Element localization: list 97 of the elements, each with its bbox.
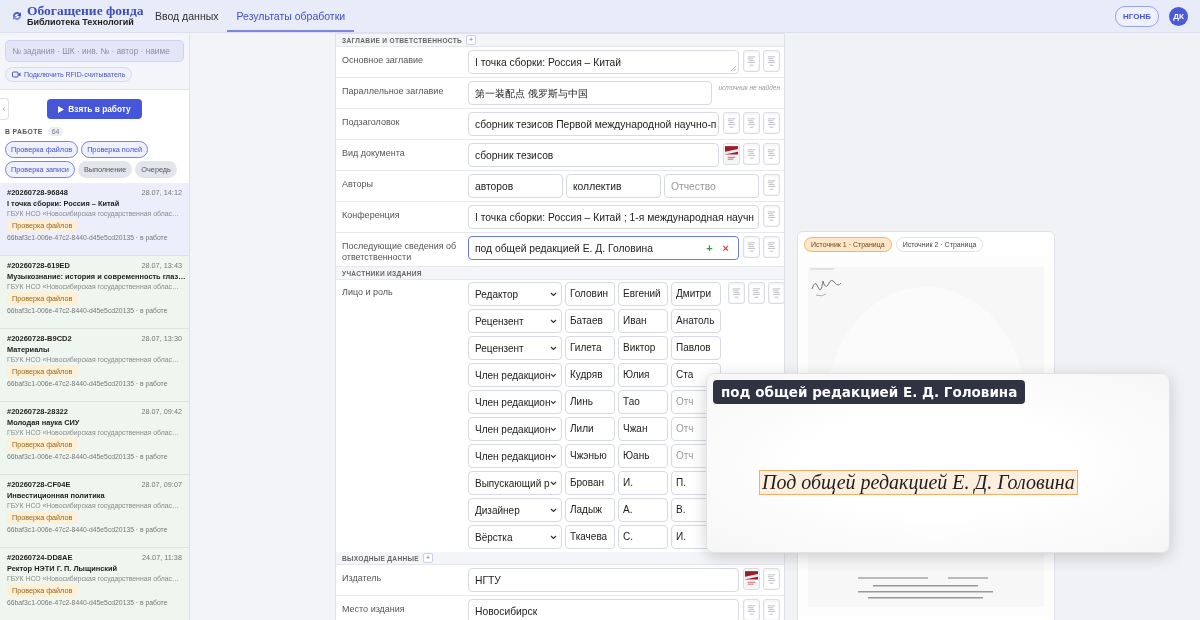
text-field[interactable]: Юлия — [618, 363, 668, 387]
text-field[interactable]: Ткачева — [565, 525, 615, 549]
text-field[interactable]: сборник тезисов Первой международной научно-п — [468, 112, 719, 136]
role-select[interactable]: Выпускающий р — [468, 471, 562, 495]
text-field[interactable]: I точка сборки: Россия – Китай — [468, 50, 739, 74]
text-field[interactable]: Тао — [618, 390, 668, 414]
page-thumbnail[interactable] — [763, 599, 780, 620]
camera-icon — [12, 71, 21, 78]
text-field[interactable]: С. — [618, 525, 668, 549]
field-label: Подзаголовок — [341, 116, 401, 129]
page-thumbnail[interactable] — [763, 568, 780, 590]
text-field[interactable]: Новосибирск — [468, 599, 739, 620]
chevron-down-icon — [550, 291, 557, 297]
text-field[interactable]: Евгений — [618, 282, 668, 306]
text-field[interactable]: Батаев — [565, 309, 615, 333]
field-label: Вид документа — [341, 147, 406, 160]
text-field[interactable]: И. — [618, 471, 668, 495]
magnifier-caption: под общей редакцией Е. Д. Головина — [713, 380, 1026, 404]
field-label: Основное заглавие — [341, 54, 425, 67]
text-field[interactable]: Линь — [565, 390, 615, 414]
text-field[interactable]: Юань — [618, 444, 668, 468]
field-label: Издатель — [341, 572, 383, 585]
refresh-logo-icon — [11, 10, 23, 22]
text-field[interactable]: Павлов — [671, 336, 721, 360]
field-label: Лицо и роль — [341, 286, 394, 299]
play-icon — [58, 105, 65, 113]
page-thumbnail[interactable] — [743, 50, 760, 72]
role-select[interactable]: Член редакцион — [468, 363, 562, 387]
page-thumbnail[interactable] — [763, 205, 780, 227]
text-field[interactable]: Анатоль — [671, 309, 721, 333]
role-select[interactable]: Дизайнер — [468, 498, 562, 522]
nav-tab[interactable]: Результаты обработки — [227, 2, 355, 32]
page-thumbnail[interactable] — [728, 282, 745, 304]
cover-thumbnail[interactable] — [723, 143, 740, 165]
chevron-down-icon — [550, 480, 557, 486]
text-field[interactable]: под общей редакцией Е. Д. Головина + × — [468, 236, 739, 260]
field-label: Место издания — [341, 603, 406, 616]
page-thumbnail[interactable] — [748, 282, 765, 304]
text-field[interactable]: Дмитри — [671, 282, 721, 306]
text-field[interactable]: Гилета — [565, 336, 615, 360]
text-field[interactable]: I точка сборки: Россия – Китай ; 1-я международная научн — [468, 205, 759, 229]
text-field[interactable]: Головин — [565, 282, 615, 306]
text-field[interactable]: НГТУ — [468, 568, 739, 592]
chevron-down-icon — [550, 399, 557, 405]
text-field[interactable]: сборник тезисов — [468, 143, 719, 167]
user-avatar[interactable]: ДК — [1169, 6, 1188, 26]
text-field[interactable]: А. — [618, 498, 668, 522]
highlighted-scan-text: Под общей редакцией Е. Д. Головина — [759, 470, 1078, 495]
add-button[interactable]: + — [703, 242, 716, 254]
chevron-down-icon — [550, 345, 557, 351]
page-thumbnail[interactable] — [743, 599, 760, 620]
text-field[interactable]: Чжэнью — [565, 444, 615, 468]
text-field[interactable]: 第一装配点 俄罗斯与中国 — [468, 81, 712, 105]
text-field[interactable]: Ладыж — [565, 498, 615, 522]
chevron-down-icon — [550, 453, 557, 459]
field-label: Конференция — [341, 209, 401, 222]
text-field[interactable]: Брован — [565, 471, 615, 495]
chevron-down-icon — [550, 318, 557, 324]
chevron-down-icon — [550, 426, 557, 432]
text-field[interactable]: Кудряв — [565, 363, 615, 387]
page-thumbnail[interactable] — [743, 143, 760, 165]
page-thumbnail[interactable] — [763, 236, 780, 258]
chevron-down-icon — [550, 372, 557, 378]
role-select[interactable]: Редактор — [468, 282, 562, 306]
text-field[interactable]: авторов — [468, 174, 563, 198]
text-field[interactable]: Лили — [565, 417, 615, 441]
organization-button[interactable]: НГОНБ — [1115, 5, 1159, 27]
text-field[interactable]: Виктор — [618, 336, 668, 360]
app-title: Обогащение фонда — [27, 4, 144, 17]
role-select[interactable]: Рецензент — [468, 336, 562, 360]
text-field[interactable]: Чжан — [618, 417, 668, 441]
chevron-down-icon — [550, 507, 557, 513]
page-thumbnail[interactable] — [763, 112, 780, 134]
clear-button[interactable]: × — [719, 242, 732, 254]
role-select[interactable]: Рецензент — [468, 309, 562, 333]
role-select[interactable]: Член редакцион — [468, 444, 562, 468]
page-thumbnail[interactable] — [723, 112, 740, 134]
nav-tab[interactable]: Ввод данных — [146, 2, 228, 32]
cover-thumbnail[interactable] — [743, 568, 760, 590]
page-thumbnail[interactable] — [763, 143, 780, 165]
page-thumbnail[interactable] — [768, 282, 784, 304]
chevron-down-icon — [550, 534, 557, 540]
page-thumbnail[interactable] — [763, 174, 780, 196]
role-select[interactable]: Вёрстка — [468, 525, 562, 549]
field-label: Авторы — [341, 178, 375, 191]
role-select[interactable]: Член редакцион — [468, 390, 562, 414]
page-thumbnail[interactable] — [763, 50, 780, 72]
app-subtitle: Библиотека Технологий — [27, 17, 134, 28]
take-to-work-button[interactable]: Взять в работу — [47, 99, 142, 119]
text-field[interactable]: коллектив — [566, 174, 661, 198]
resize-handle-icon[interactable] — [731, 66, 736, 71]
page-thumbnail[interactable] — [743, 112, 760, 134]
field-label: Параллельное заглавие — [341, 85, 445, 98]
role-select[interactable]: Член редакцион — [468, 417, 562, 441]
field-label: Последующие сведения об ответственности — [341, 240, 458, 263]
page-thumbnail[interactable] — [743, 236, 760, 258]
text-field[interactable]: Иван — [618, 309, 668, 333]
